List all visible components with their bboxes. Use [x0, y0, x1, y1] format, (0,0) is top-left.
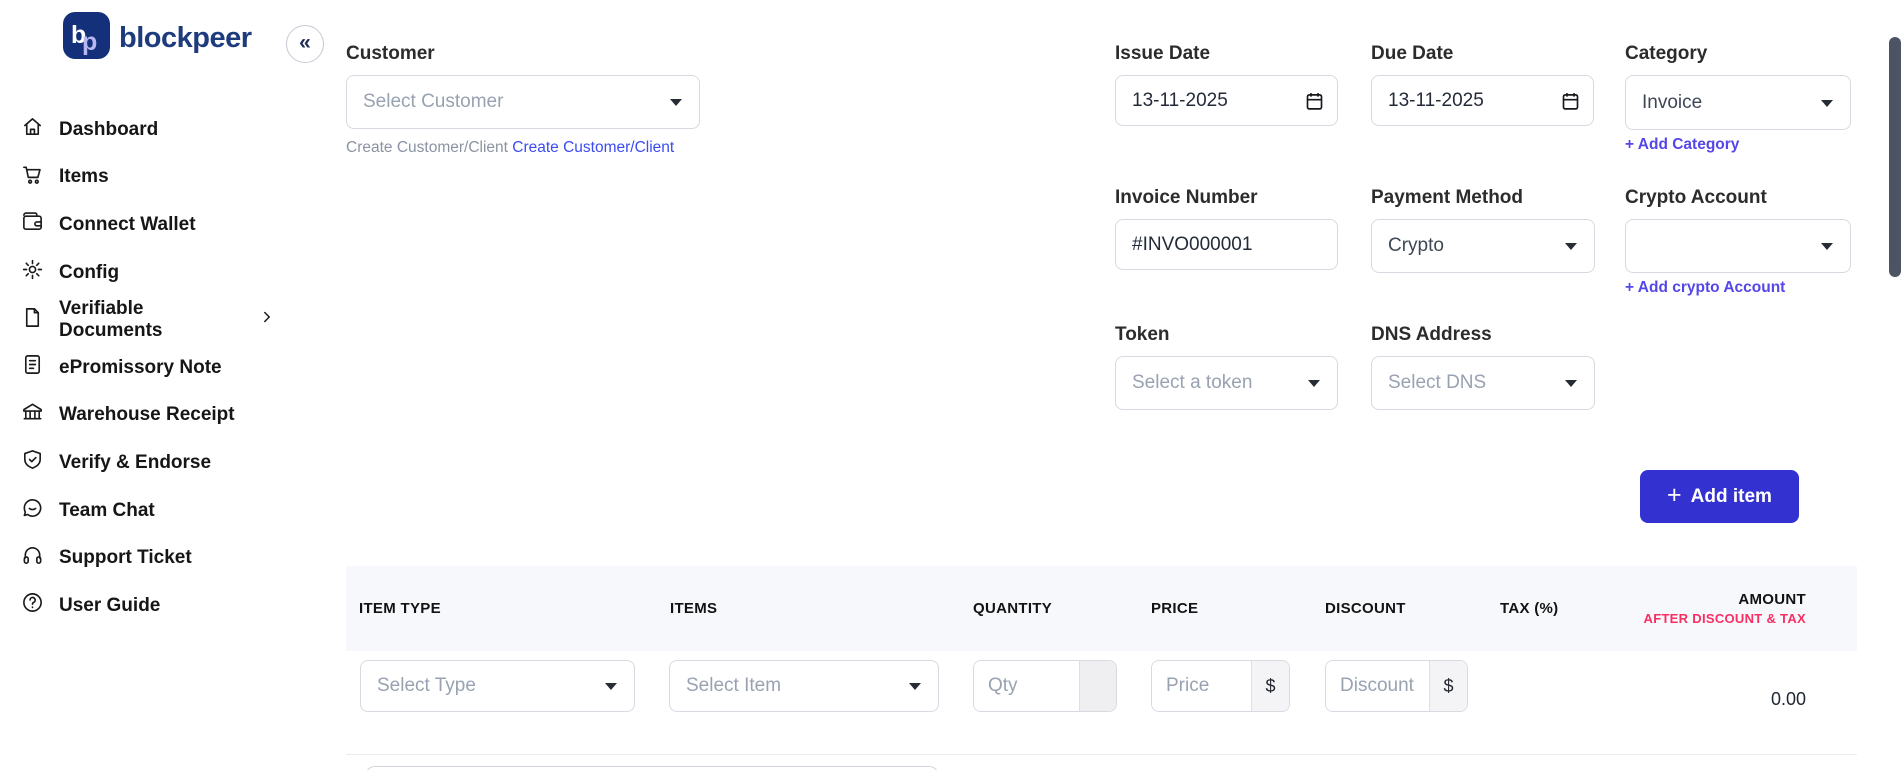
item-select[interactable]: Select Item	[669, 660, 939, 712]
chevron-right-icon	[258, 308, 276, 332]
calendar-icon[interactable]	[1304, 90, 1325, 111]
chevron-down-icon	[1565, 380, 1577, 387]
create-customer-link[interactable]: Create Customer/Client	[512, 139, 674, 156]
sidebar-item-epromissory-note[interactable]: ePromissory Note	[0, 344, 286, 392]
issue-date-label: Issue Date	[1115, 43, 1211, 64]
col-price: PRICE	[1151, 600, 1199, 617]
headset-icon	[21, 544, 44, 573]
chat-icon	[21, 496, 44, 525]
token-field: Token Select a token	[1115, 323, 1338, 410]
sidebar-item-connect-wallet[interactable]: Connect Wallet	[0, 201, 286, 249]
category-select[interactable]: Invoice	[1625, 75, 1851, 130]
customer-label: Customer	[346, 43, 435, 64]
issue-date-field: Issue Date	[1115, 42, 1338, 126]
add-category-link[interactable]: + Add Category	[1625, 136, 1739, 154]
cart-icon	[21, 163, 44, 192]
brand-name: blockpeer	[119, 21, 252, 54]
calendar-icon[interactable]	[1560, 90, 1581, 111]
chevron-down-icon	[909, 683, 921, 690]
chevron-down-icon	[1565, 243, 1577, 250]
note-icon	[21, 353, 44, 382]
sidebar-item-verifiable-documents[interactable]: Verifiable Documents	[0, 296, 286, 344]
crypto-account-label: Crypto Account	[1625, 187, 1767, 208]
double-chevron-left-icon: «	[299, 31, 311, 54]
sidebar-item-config[interactable]: Config	[0, 249, 286, 297]
invoice-number-input[interactable]	[1115, 219, 1338, 270]
document-icon	[21, 306, 44, 335]
customer-helper: Create Customer/Client Create Customer/C…	[346, 139, 675, 156]
chevron-down-icon	[670, 99, 682, 106]
invoice-number-label: Invoice Number	[1115, 187, 1258, 208]
customer-field: Customer Select Customer Create Customer…	[346, 42, 700, 157]
home-icon	[21, 115, 44, 144]
category-field: Category Invoice + Add Category	[1625, 42, 1851, 154]
add-crypto-account-link[interactable]: + Add crypto Account	[1625, 279, 1785, 297]
sidebar-item-items[interactable]: Items	[0, 154, 286, 202]
qty-input-group	[973, 660, 1117, 712]
sidebar-nav: Dashboard Items Connect Wallet Config Ve…	[0, 106, 286, 630]
items-table: ITEM TYPE ITEMS QUANTITY PRICE DISCOUNT …	[346, 566, 1857, 755]
col-item-type: ITEM TYPE	[359, 600, 441, 617]
col-discount: DISCOUNT	[1325, 600, 1406, 617]
discount-input-group: $	[1325, 660, 1468, 712]
shield-check-icon	[21, 448, 44, 477]
customer-select[interactable]: Select Customer	[346, 75, 700, 129]
sidebar-item-support-ticket[interactable]: Support Ticket	[0, 534, 286, 582]
invoice-number-field: Invoice Number	[1115, 186, 1338, 270]
item-type-select[interactable]: Select Type	[360, 660, 635, 712]
token-select[interactable]: Select a token	[1115, 356, 1338, 410]
blockpeer-logo-icon: b p	[63, 12, 110, 64]
dns-address-select[interactable]: Select DNS	[1371, 356, 1595, 410]
sidebar-item-verify-endorse[interactable]: Verify & Endorse	[0, 439, 286, 487]
crypto-account-select[interactable]	[1625, 219, 1851, 273]
sidebar-item-warehouse-receipt[interactable]: Warehouse Receipt	[0, 392, 286, 440]
brand: b p blockpeer	[63, 12, 252, 64]
invoice-create-page: b p blockpeer Dashboard Items Connect Wa…	[0, 0, 1903, 770]
amount-subheader: AFTER DISCOUNT & TAX	[1643, 611, 1806, 626]
qty-stepper[interactable]	[1079, 661, 1116, 711]
warehouse-icon	[21, 401, 44, 430]
price-input-group: $	[1151, 660, 1290, 712]
col-items: ITEMS	[670, 600, 718, 617]
currency-addon: $	[1429, 661, 1467, 711]
sidebar-item-team-chat[interactable]: Team Chat	[0, 487, 286, 535]
chevron-down-icon	[1821, 243, 1833, 250]
currency-addon: $	[1251, 661, 1289, 711]
items-table-header: ITEM TYPE ITEMS QUANTITY PRICE DISCOUNT …	[346, 566, 1857, 651]
col-tax: TAX (%)	[1500, 600, 1559, 617]
payment-method-select[interactable]: Crypto	[1371, 219, 1595, 273]
dns-address-field: DNS Address Select DNS	[1371, 323, 1595, 410]
discount-input[interactable]	[1326, 661, 1429, 711]
sidebar-item-user-guide[interactable]: User Guide	[0, 582, 286, 630]
svg-text:p: p	[82, 28, 97, 56]
payment-method-field: Payment Method Crypto	[1371, 186, 1595, 273]
due-date-label: Due Date	[1371, 43, 1454, 64]
item-row: Select Type Select Item $ $ 0.00	[346, 651, 1857, 755]
sidebar-item-dashboard[interactable]: Dashboard	[0, 106, 286, 154]
category-label: Category	[1625, 43, 1708, 64]
payment-method-label: Payment Method	[1371, 187, 1524, 208]
chevron-down-icon	[1821, 99, 1833, 107]
qty-input[interactable]	[974, 661, 1079, 711]
col-amount: AMOUNT AFTER DISCOUNT & TAX	[1643, 591, 1806, 626]
dns-address-label: DNS Address	[1371, 324, 1492, 345]
scrollbar-thumb[interactable]	[1889, 37, 1901, 277]
crypto-account-field: Crypto Account + Add crypto Account	[1625, 186, 1851, 297]
question-icon	[21, 591, 44, 620]
chevron-down-icon	[605, 683, 617, 690]
price-input[interactable]	[1152, 661, 1251, 711]
chevron-down-icon	[1308, 380, 1320, 387]
amount-value: 0.00	[1770, 689, 1806, 709]
plus-icon: +	[1667, 481, 1682, 509]
add-item-button[interactable]: + Add item	[1640, 470, 1799, 523]
gear-icon	[21, 258, 44, 287]
partial-input[interactable]	[365, 766, 939, 770]
due-date-field: Due Date	[1371, 42, 1594, 126]
wallet-icon	[21, 210, 44, 239]
token-label: Token	[1115, 324, 1170, 345]
sidebar-collapse-button[interactable]: «	[286, 25, 324, 63]
col-quantity: QUANTITY	[973, 600, 1053, 617]
